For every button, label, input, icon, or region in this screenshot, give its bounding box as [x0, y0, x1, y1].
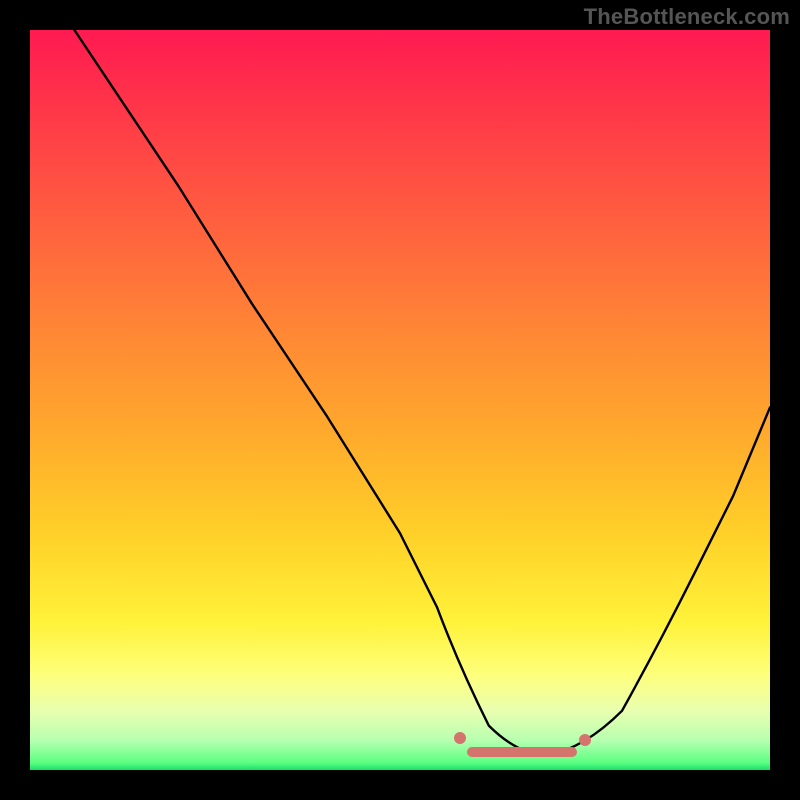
chart-frame: TheBottleneck.com	[0, 0, 800, 800]
trough-highlight-dot-left	[454, 732, 466, 744]
watermark-text: TheBottleneck.com	[584, 4, 790, 30]
bottleneck-curve	[30, 30, 770, 770]
curve-path	[74, 30, 770, 755]
trough-highlight-dot-right	[579, 734, 591, 746]
trough-highlight-bar	[467, 747, 577, 757]
plot-area	[30, 30, 770, 770]
